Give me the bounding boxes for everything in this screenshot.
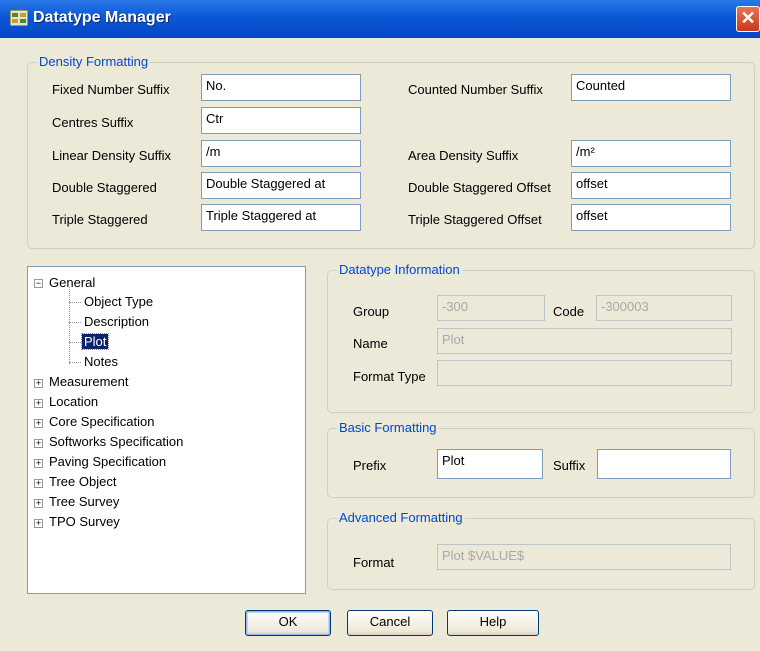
tree-item-object-type[interactable]: Object Type xyxy=(84,294,153,309)
advanced-formatting-legend: Advanced Formatting xyxy=(337,510,465,525)
name-field: Plot xyxy=(437,328,732,354)
code-label: Code xyxy=(553,304,585,319)
density-formatting-legend: Density Formatting xyxy=(37,54,151,69)
counted-number-suffix-label: Counted Number Suffix xyxy=(408,82,543,97)
area-density-suffix-label: Area Density Suffix xyxy=(408,148,519,163)
prefix-label: Prefix xyxy=(353,458,387,473)
fixed-number-suffix-field[interactable]: No. xyxy=(201,74,361,101)
centres-suffix-field[interactable]: Ctr xyxy=(201,107,361,134)
double-staggered-offset-field[interactable]: offset xyxy=(571,172,731,199)
triple-staggered-field[interactable]: Triple Staggered at xyxy=(201,204,361,231)
expand-softworks-specification-icon[interactable]: + xyxy=(34,439,43,448)
basic-formatting-legend: Basic Formatting xyxy=(337,420,439,435)
group-field: -300 xyxy=(437,295,545,321)
expand-measurement-icon[interactable]: + xyxy=(34,379,43,388)
tree-item-paving-specification[interactable]: Paving Specification xyxy=(49,454,166,469)
tree-item-tpo-survey[interactable]: TPO Survey xyxy=(49,514,120,529)
title-bar[interactable]: Datatype Manager ✕ xyxy=(0,0,760,38)
triple-staggered-offset-field[interactable]: offset xyxy=(571,204,731,231)
format-type-label: Format Type xyxy=(353,369,426,384)
collapse-general-icon[interactable]: − xyxy=(34,279,43,288)
triple-staggered-label: Triple Staggered xyxy=(52,212,148,227)
area-density-suffix-field[interactable]: /m² xyxy=(571,140,731,167)
datatype-tree[interactable]: − General Object Type Description Plot N… xyxy=(27,266,306,594)
tree-connector-general xyxy=(69,287,70,364)
fixed-number-suffix-label: Fixed Number Suffix xyxy=(52,82,170,97)
expand-tpo-survey-icon[interactable]: + xyxy=(34,519,43,528)
expand-tree-object-icon[interactable]: + xyxy=(34,479,43,488)
counted-number-suffix-field[interactable]: Counted xyxy=(571,74,731,101)
double-staggered-label: Double Staggered xyxy=(52,180,157,195)
double-staggered-offset-label: Double Staggered Offset xyxy=(408,180,551,195)
centres-suffix-label: Centres Suffix xyxy=(52,115,134,130)
code-field: -300003 xyxy=(596,295,732,321)
tree-item-tree-object[interactable]: Tree Object xyxy=(49,474,116,489)
ok-button[interactable]: OK xyxy=(245,610,331,636)
window-title: Datatype Manager xyxy=(33,9,171,26)
expand-paving-specification-icon[interactable]: + xyxy=(34,459,43,468)
triple-staggered-offset-label: Triple Staggered Offset xyxy=(408,212,542,227)
expand-location-icon[interactable]: + xyxy=(34,399,43,408)
close-icon[interactable]: ✕ xyxy=(736,6,760,32)
tree-item-plot[interactable]: Plot xyxy=(80,333,110,350)
format-field: Plot $VALUE$ xyxy=(437,544,731,570)
tree-item-general[interactable]: General xyxy=(49,275,95,290)
tree-item-core-specification[interactable]: Core Specification xyxy=(49,414,155,429)
linear-density-suffix-field[interactable]: /m xyxy=(201,140,361,167)
expand-tree-survey-icon[interactable]: + xyxy=(34,499,43,508)
tree-item-measurement[interactable]: Measurement xyxy=(49,374,128,389)
tree-item-location[interactable]: Location xyxy=(49,394,98,409)
expand-core-specification-icon[interactable]: + xyxy=(34,419,43,428)
datatype-manager-icon xyxy=(10,10,28,26)
prefix-field[interactable]: Plot xyxy=(437,449,543,479)
double-staggered-field[interactable]: Double Staggered at xyxy=(201,172,361,199)
group-label: Group xyxy=(353,304,390,319)
help-button[interactable]: Help xyxy=(447,610,539,636)
datatype-information-legend: Datatype Information xyxy=(337,262,462,277)
cancel-button[interactable]: Cancel xyxy=(347,610,433,636)
tree-item-tree-survey[interactable]: Tree Survey xyxy=(49,494,119,509)
linear-density-suffix-label: Linear Density Suffix xyxy=(52,148,171,163)
tree-item-notes[interactable]: Notes xyxy=(84,354,118,369)
tree-item-softworks-specification[interactable]: Softworks Specification xyxy=(49,434,183,449)
format-type-field xyxy=(437,360,732,386)
format-label: Format xyxy=(353,555,395,570)
name-label: Name xyxy=(353,336,388,351)
suffix-field[interactable] xyxy=(597,449,731,479)
tree-item-description[interactable]: Description xyxy=(84,314,149,329)
suffix-label: Suffix xyxy=(553,458,586,473)
